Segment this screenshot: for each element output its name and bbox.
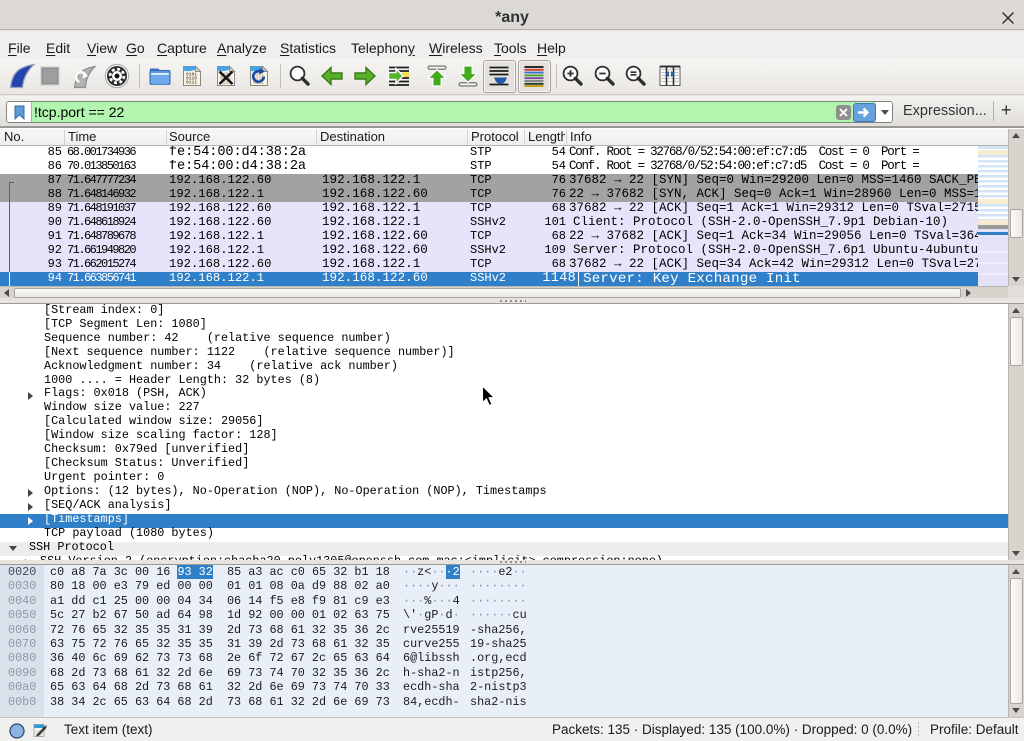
- svg-text:0111: 0111: [186, 80, 197, 86]
